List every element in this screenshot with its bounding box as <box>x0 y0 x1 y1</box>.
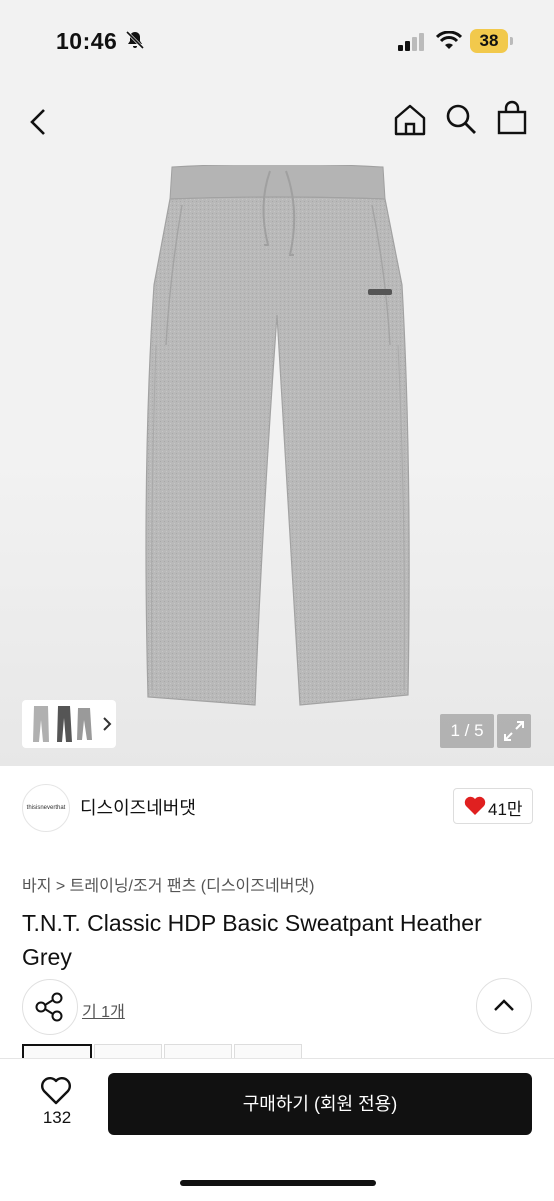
buy-button[interactable]: 구매하기 (회원 전용) <box>108 1073 532 1135</box>
back-arrow-icon[interactable] <box>26 106 54 138</box>
review-link[interactable]: 기 1개 <box>82 998 125 1022</box>
product-title: T.N.T. Classic HDP Basic Sweatpant Heath… <box>22 910 482 970</box>
battery-level: 38 <box>470 29 508 53</box>
like-count: 41만 <box>488 800 523 819</box>
search-icon[interactable] <box>444 102 478 136</box>
signal-icon <box>398 33 424 51</box>
wifi-icon <box>436 31 462 49</box>
thumbnail-pants-icon <box>33 706 112 742</box>
shop-name[interactable]: 디스이즈네버댓 <box>80 794 196 820</box>
image-counter: 1 / 5 <box>440 714 494 748</box>
product-photo-sweatpants <box>145 165 410 706</box>
category-breadcrumb[interactable]: 바지 > 트레이닝/조거 팬츠 (디스이즈네버댓) <box>22 872 314 896</box>
home-icon[interactable] <box>392 102 428 138</box>
bell-muted-icon <box>125 30 145 50</box>
gallery-thumbnail-strip[interactable] <box>22 700 116 748</box>
heart-outline-icon[interactable] <box>40 1076 72 1106</box>
home-indicator <box>180 1180 376 1186</box>
shopping-bag-icon[interactable] <box>496 100 528 136</box>
wishlist-count: 132 <box>42 1108 72 1127</box>
scroll-top-button[interactable] <box>476 978 532 1034</box>
status-time: 10:46 <box>56 28 118 54</box>
chevron-up-icon <box>494 999 514 1011</box>
battery-tip <box>510 37 513 45</box>
shop-logo[interactable]: thisisneverthat <box>22 784 70 832</box>
fullscreen-button[interactable] <box>497 714 531 748</box>
share-button[interactable] <box>22 979 78 1035</box>
share-icon <box>35 992 63 1022</box>
expand-icon <box>504 721 524 741</box>
heart-filled-icon <box>464 796 486 815</box>
